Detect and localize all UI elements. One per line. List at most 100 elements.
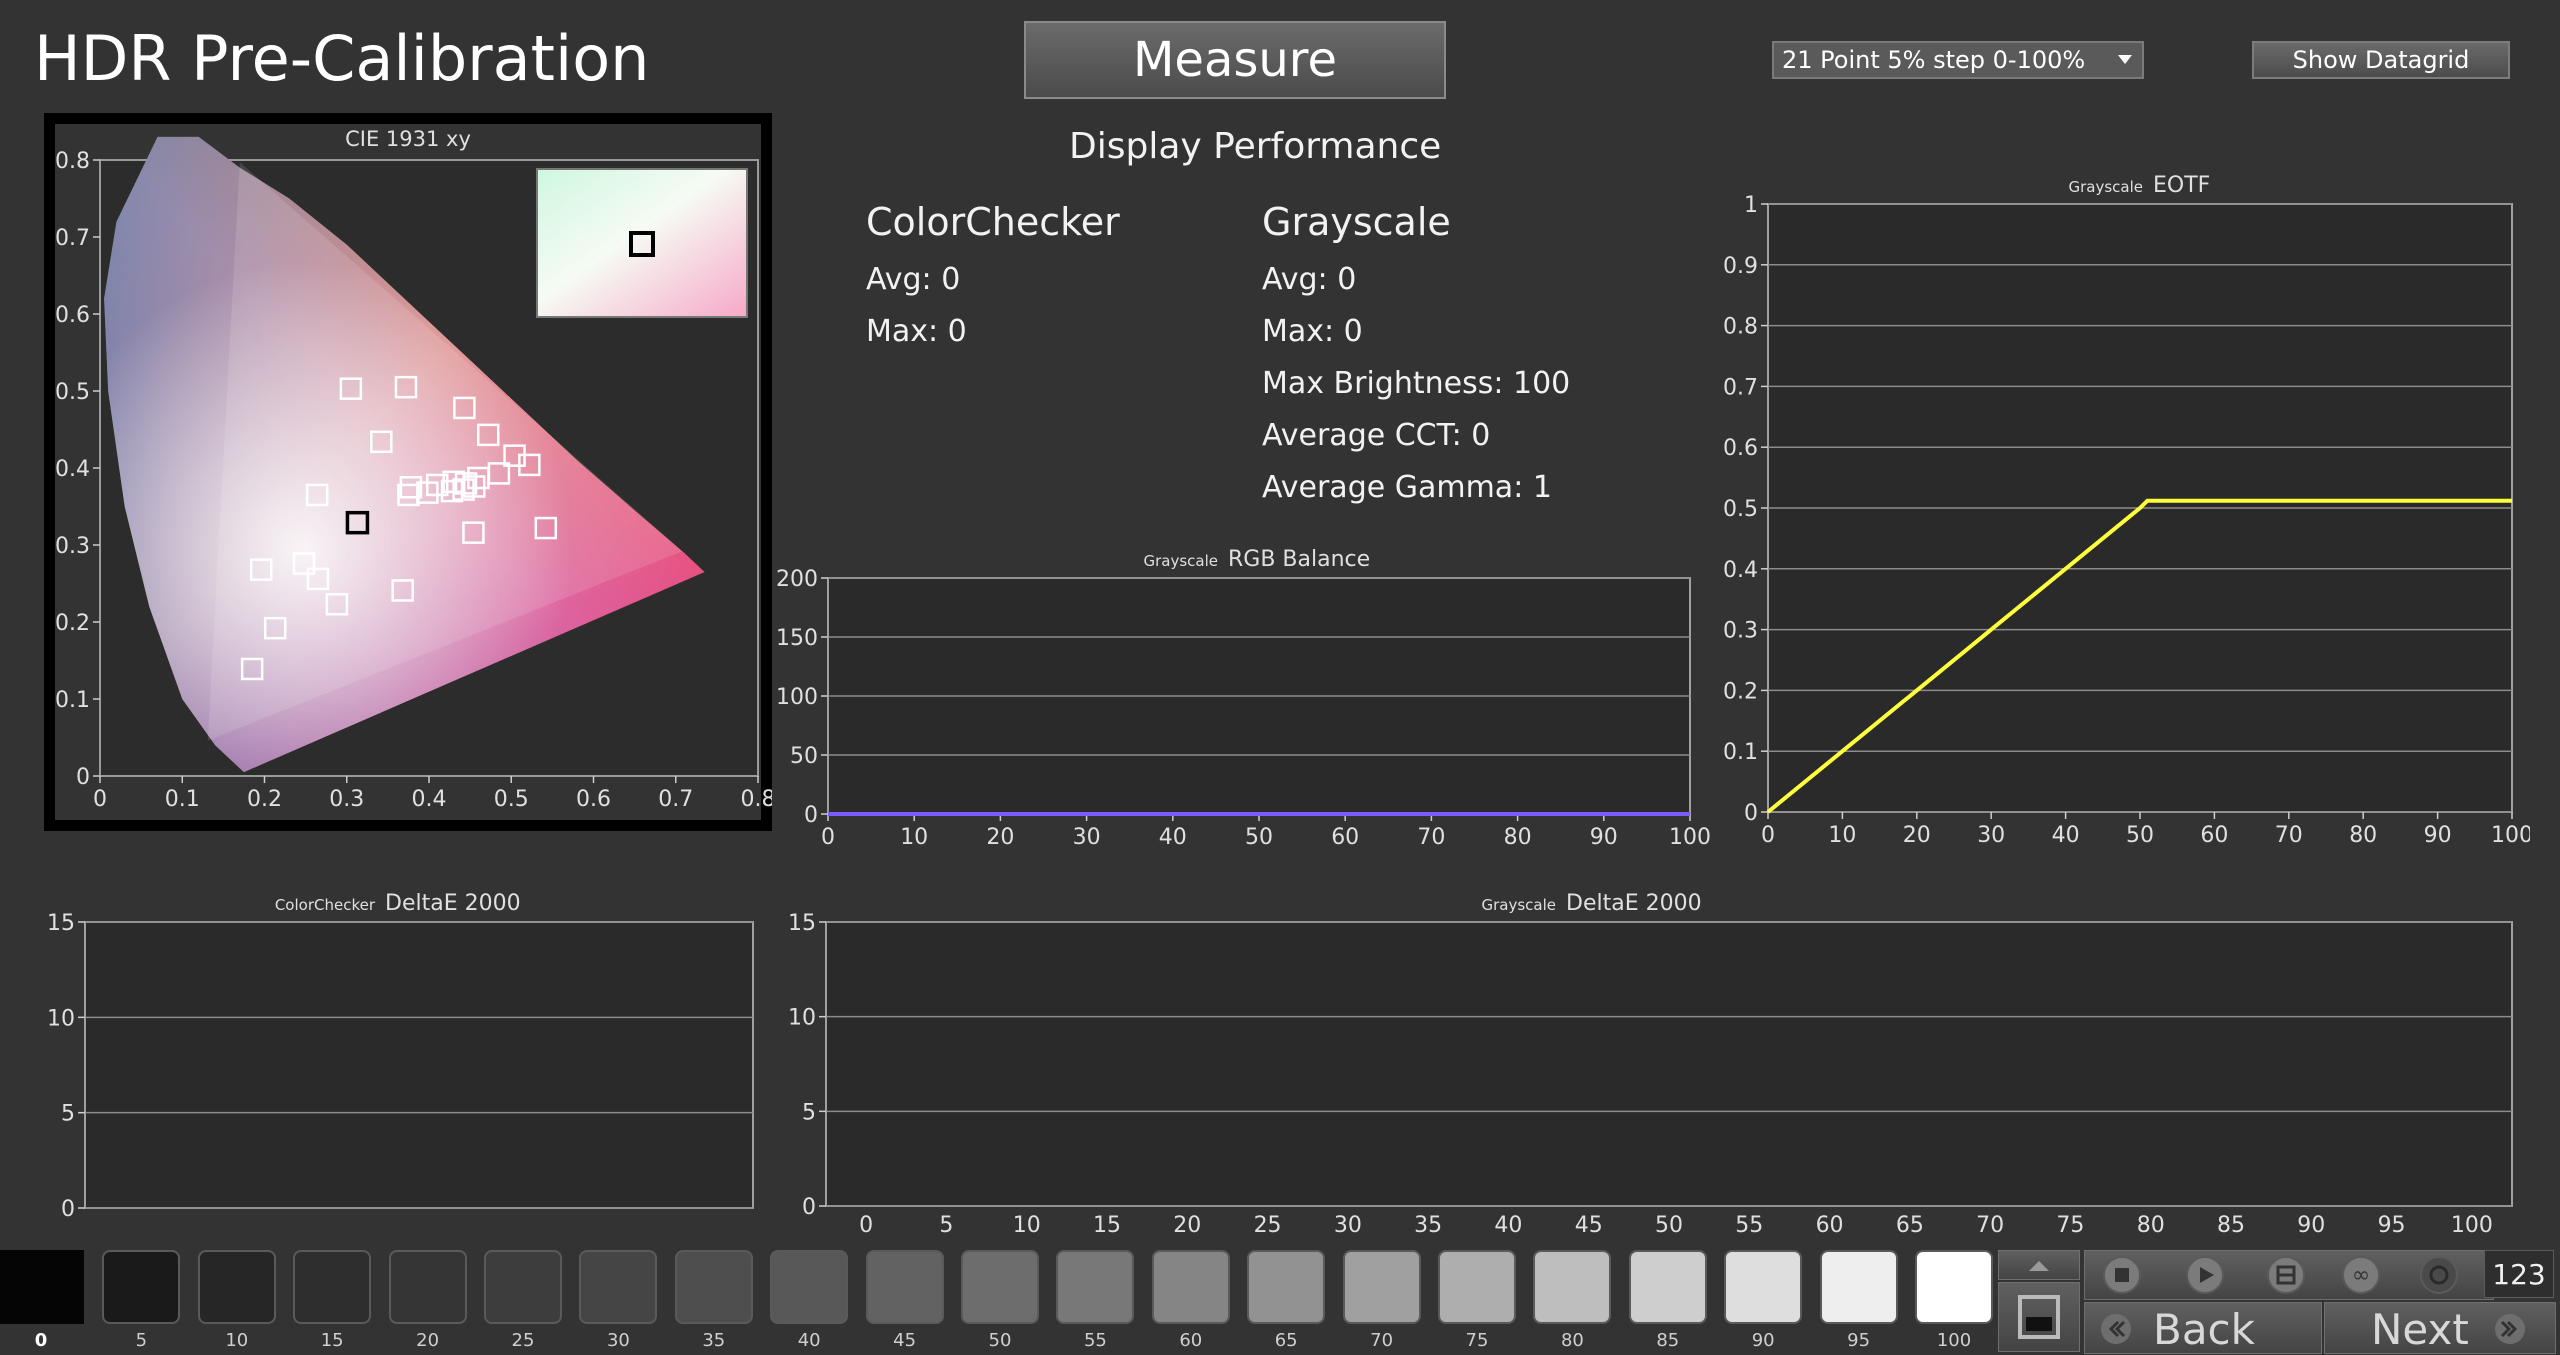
y-tick-label: 0 xyxy=(76,765,90,790)
swatch-25[interactable]: 25 xyxy=(478,1250,568,1355)
show-datagrid-button[interactable]: Show Datagrid xyxy=(2252,41,2510,79)
y-tick-label: 0.6 xyxy=(55,303,90,328)
cie-plot-area: 0 0.1 0.2 0.3 0.4 0.5 0.6 0.7 0.8 0 0.1 0.2 0.3 0.4 0.… xyxy=(55,136,776,812)
swatch-label: 30 xyxy=(606,1330,630,1351)
swatch-0[interactable]: 0 xyxy=(0,1250,90,1355)
swatch-50[interactable]: 50 xyxy=(955,1250,1045,1355)
grayscale-max: Max: 0 xyxy=(1262,314,1363,349)
x-tick-label: 60 xyxy=(1816,1213,1844,1236)
single-frame-icon xyxy=(2018,1295,2060,1339)
chart-subtitle: ColorChecker xyxy=(275,896,376,914)
x-tick-label: 30 xyxy=(1334,1213,1362,1236)
swatch-40[interactable]: 40 xyxy=(764,1250,854,1355)
dropdown-arrow-icon xyxy=(2118,55,2132,64)
swatch-color xyxy=(1056,1250,1135,1324)
back-button[interactable]: Back xyxy=(2084,1302,2322,1354)
grayscale-average-cct: Average CCT: 0 xyxy=(1262,418,1491,453)
x-tick-label: 0.7 xyxy=(658,787,693,812)
x-tick-label: 30 xyxy=(1073,825,1101,850)
loop-button[interactable]: ∞ xyxy=(2342,1256,2380,1294)
x-tick-label: 90 xyxy=(2424,823,2452,848)
measure-button[interactable]: Measure xyxy=(1024,21,1446,99)
swatch-5[interactable]: 5 xyxy=(96,1250,186,1355)
swatch-15[interactable]: 15 xyxy=(287,1250,377,1355)
swatch-100[interactable]: 100 xyxy=(1909,1250,1999,1355)
swatch-color xyxy=(1151,1250,1230,1324)
chart-subtitle: Grayscale xyxy=(1143,552,1218,570)
cie-chart: 0 0.1 0.2 0.3 0.4 0.5 0.6 0.7 0.8 0 0.1 0.2 0.3 0.4 0.… xyxy=(55,124,776,820)
film-button[interactable] xyxy=(2267,1256,2305,1294)
y-tick-label: 150 xyxy=(776,626,818,651)
swatch-80[interactable]: 80 xyxy=(1527,1250,1617,1355)
swatch-label: 100 xyxy=(1936,1330,1972,1351)
plot-area xyxy=(84,921,754,1209)
sequence-select[interactable]: 21 Point 5% step 0-100% xyxy=(1772,41,2144,79)
swatch-90[interactable]: 90 xyxy=(1718,1250,1808,1355)
x-tick-label: 90 xyxy=(1590,825,1618,850)
infinity-icon: ∞ xyxy=(2352,1263,2370,1288)
swatch-65[interactable]: 65 xyxy=(1241,1250,1331,1355)
x-tick-label: 80 xyxy=(2137,1213,2165,1236)
swatch-75[interactable]: 75 xyxy=(1432,1250,1522,1355)
x-tick-label: 45 xyxy=(1575,1213,1603,1236)
swatch-label: 45 xyxy=(893,1330,917,1351)
swatch-85[interactable]: 85 xyxy=(1623,1250,1713,1355)
chart-title: RGB Balance xyxy=(1228,547,1370,572)
x-tick-label: 20 xyxy=(986,825,1014,850)
swatch-20[interactable]: 20 xyxy=(383,1250,473,1355)
swatch-color xyxy=(1342,1250,1421,1324)
swatch-color xyxy=(579,1250,658,1324)
x-tick-label: 55 xyxy=(1735,1213,1763,1236)
x-tick-label: 25 xyxy=(1254,1213,1282,1236)
scroll-up-button[interactable] xyxy=(1998,1250,2080,1280)
y-tick-label: 50 xyxy=(790,744,818,769)
colorchecker-avg: Avg: 0 xyxy=(866,262,961,297)
y-tick-label: 1 xyxy=(1744,193,1758,218)
play-button[interactable] xyxy=(2186,1256,2224,1294)
swatch-label: 15 xyxy=(320,1330,344,1351)
y-tick-label: 0.8 xyxy=(1723,315,1758,340)
x-tick-label: 0 xyxy=(93,787,107,812)
x-tick-label: 85 xyxy=(2217,1213,2245,1236)
single-frame-button[interactable] xyxy=(1998,1282,2080,1352)
y-tick-label: 0.7 xyxy=(55,226,90,251)
stop-button[interactable] xyxy=(2103,1256,2141,1294)
swatch-70[interactable]: 70 xyxy=(1337,1250,1427,1355)
next-button[interactable]: Next xyxy=(2324,1302,2556,1354)
swatch-label: 85 xyxy=(1656,1330,1680,1351)
y-tick-label: 200 xyxy=(776,567,818,592)
swatch-60[interactable]: 60 xyxy=(1146,1250,1236,1355)
swatch-55[interactable]: 55 xyxy=(1050,1250,1140,1355)
swatch-35[interactable]: 35 xyxy=(669,1250,759,1355)
swatch-label: 75 xyxy=(1465,1330,1489,1351)
grayscale-average-gamma: Average Gamma: 1 xyxy=(1262,470,1552,505)
swatch-10[interactable]: 10 xyxy=(192,1250,282,1355)
swatch-95[interactable]: 95 xyxy=(1814,1250,1904,1355)
swatch-color xyxy=(961,1250,1039,1324)
swatch-45[interactable]: 45 xyxy=(860,1250,950,1355)
step-counter: 123 xyxy=(2484,1250,2554,1298)
y-tick-label: 0.5 xyxy=(55,380,90,405)
x-tick-label: 90 xyxy=(2297,1213,2325,1236)
y-tick-label: 0 xyxy=(804,803,818,828)
y-tick-label: 15 xyxy=(788,911,816,936)
x-tick-label: 65 xyxy=(1896,1213,1924,1236)
swatch-label: 10 xyxy=(225,1330,249,1351)
swatch-label: 0 xyxy=(34,1330,48,1351)
double-chevron-right-icon xyxy=(2494,1314,2525,1344)
cie-title: CIE 1931 xy xyxy=(345,127,471,151)
x-tick-label: 30 xyxy=(1977,823,2005,848)
film-icon xyxy=(2276,1265,2296,1285)
cie-zoom-inset xyxy=(536,168,748,318)
swatch-30[interactable]: 30 xyxy=(573,1250,663,1355)
swatch-color xyxy=(865,1250,944,1324)
y-tick-label: 10 xyxy=(788,1006,816,1031)
swatch-color xyxy=(1438,1250,1516,1324)
refresh-button[interactable] xyxy=(2420,1256,2458,1294)
x-tick-label: 70 xyxy=(2275,823,2303,848)
x-tick-label: 80 xyxy=(1504,825,1532,850)
y-tick-label: 0.2 xyxy=(55,611,90,636)
swatch-label: 95 xyxy=(1847,1330,1871,1351)
y-tick-label: 100 xyxy=(776,685,818,710)
x-tick-label: 40 xyxy=(1159,825,1187,850)
